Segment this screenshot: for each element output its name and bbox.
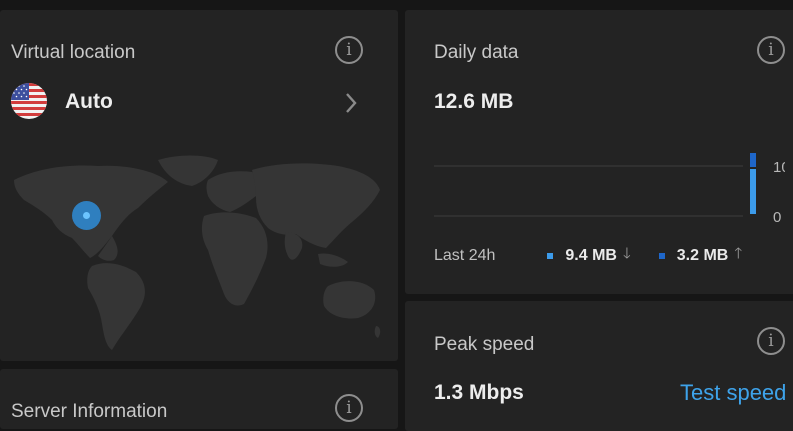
peak-speed-card: Peak speed i 1.3 Mbps Test speed bbox=[405, 301, 793, 431]
test-speed-link[interactable]: Test speed bbox=[680, 380, 786, 406]
peak-speed-title: Peak speed bbox=[434, 334, 535, 355]
upload-bar bbox=[750, 153, 756, 167]
location-name: Auto bbox=[65, 90, 113, 113]
server-info-title: Server Information bbox=[11, 401, 168, 422]
download-legend-swatch bbox=[547, 252, 554, 259]
period-label: Last 24h bbox=[434, 246, 496, 264]
download-bar bbox=[750, 169, 756, 214]
upload-value: 3.2 MB bbox=[676, 246, 729, 264]
daily-info-icon[interactable]: i bbox=[757, 36, 785, 64]
daily-data-card: Daily data i 12.6 MB 10 0 Last 24h 9.4 M… bbox=[405, 10, 793, 294]
upload-legend-swatch bbox=[658, 252, 665, 259]
daily-total: 12.6 MB bbox=[434, 90, 514, 113]
peak-speed-value: 1.3 Mbps bbox=[434, 381, 524, 404]
peak-info-icon[interactable]: i bbox=[757, 327, 785, 355]
ytick-top: 10 bbox=[773, 159, 785, 176]
world-map bbox=[14, 155, 381, 350]
location-marker bbox=[72, 201, 101, 230]
server-info-card: Server Information i bbox=[0, 369, 398, 429]
download-arrow-icon: 🡓 bbox=[622, 245, 631, 262]
upload-arrow-icon: 🡑 bbox=[734, 245, 743, 262]
daily-data-title: Daily data bbox=[434, 42, 519, 63]
location-marker-dot bbox=[83, 212, 90, 219]
us-flag-icon bbox=[11, 83, 47, 119]
location-info-icon[interactable]: i bbox=[335, 36, 363, 64]
download-value: 9.4 MB bbox=[565, 246, 617, 264]
virtual-location-title: Virtual location bbox=[11, 42, 136, 63]
chevron-right-icon[interactable] bbox=[344, 92, 358, 114]
ytick-zero: 0 bbox=[773, 209, 781, 226]
daily-usage-chart: 10 0 bbox=[434, 153, 785, 226]
daily-legend: Last 24h 9.4 MB 🡓 3.2 MB 🡑 bbox=[434, 243, 742, 268]
server-info-icon[interactable]: i bbox=[335, 394, 363, 422]
virtual-location-card: Virtual location i Auto bbox=[0, 10, 398, 361]
